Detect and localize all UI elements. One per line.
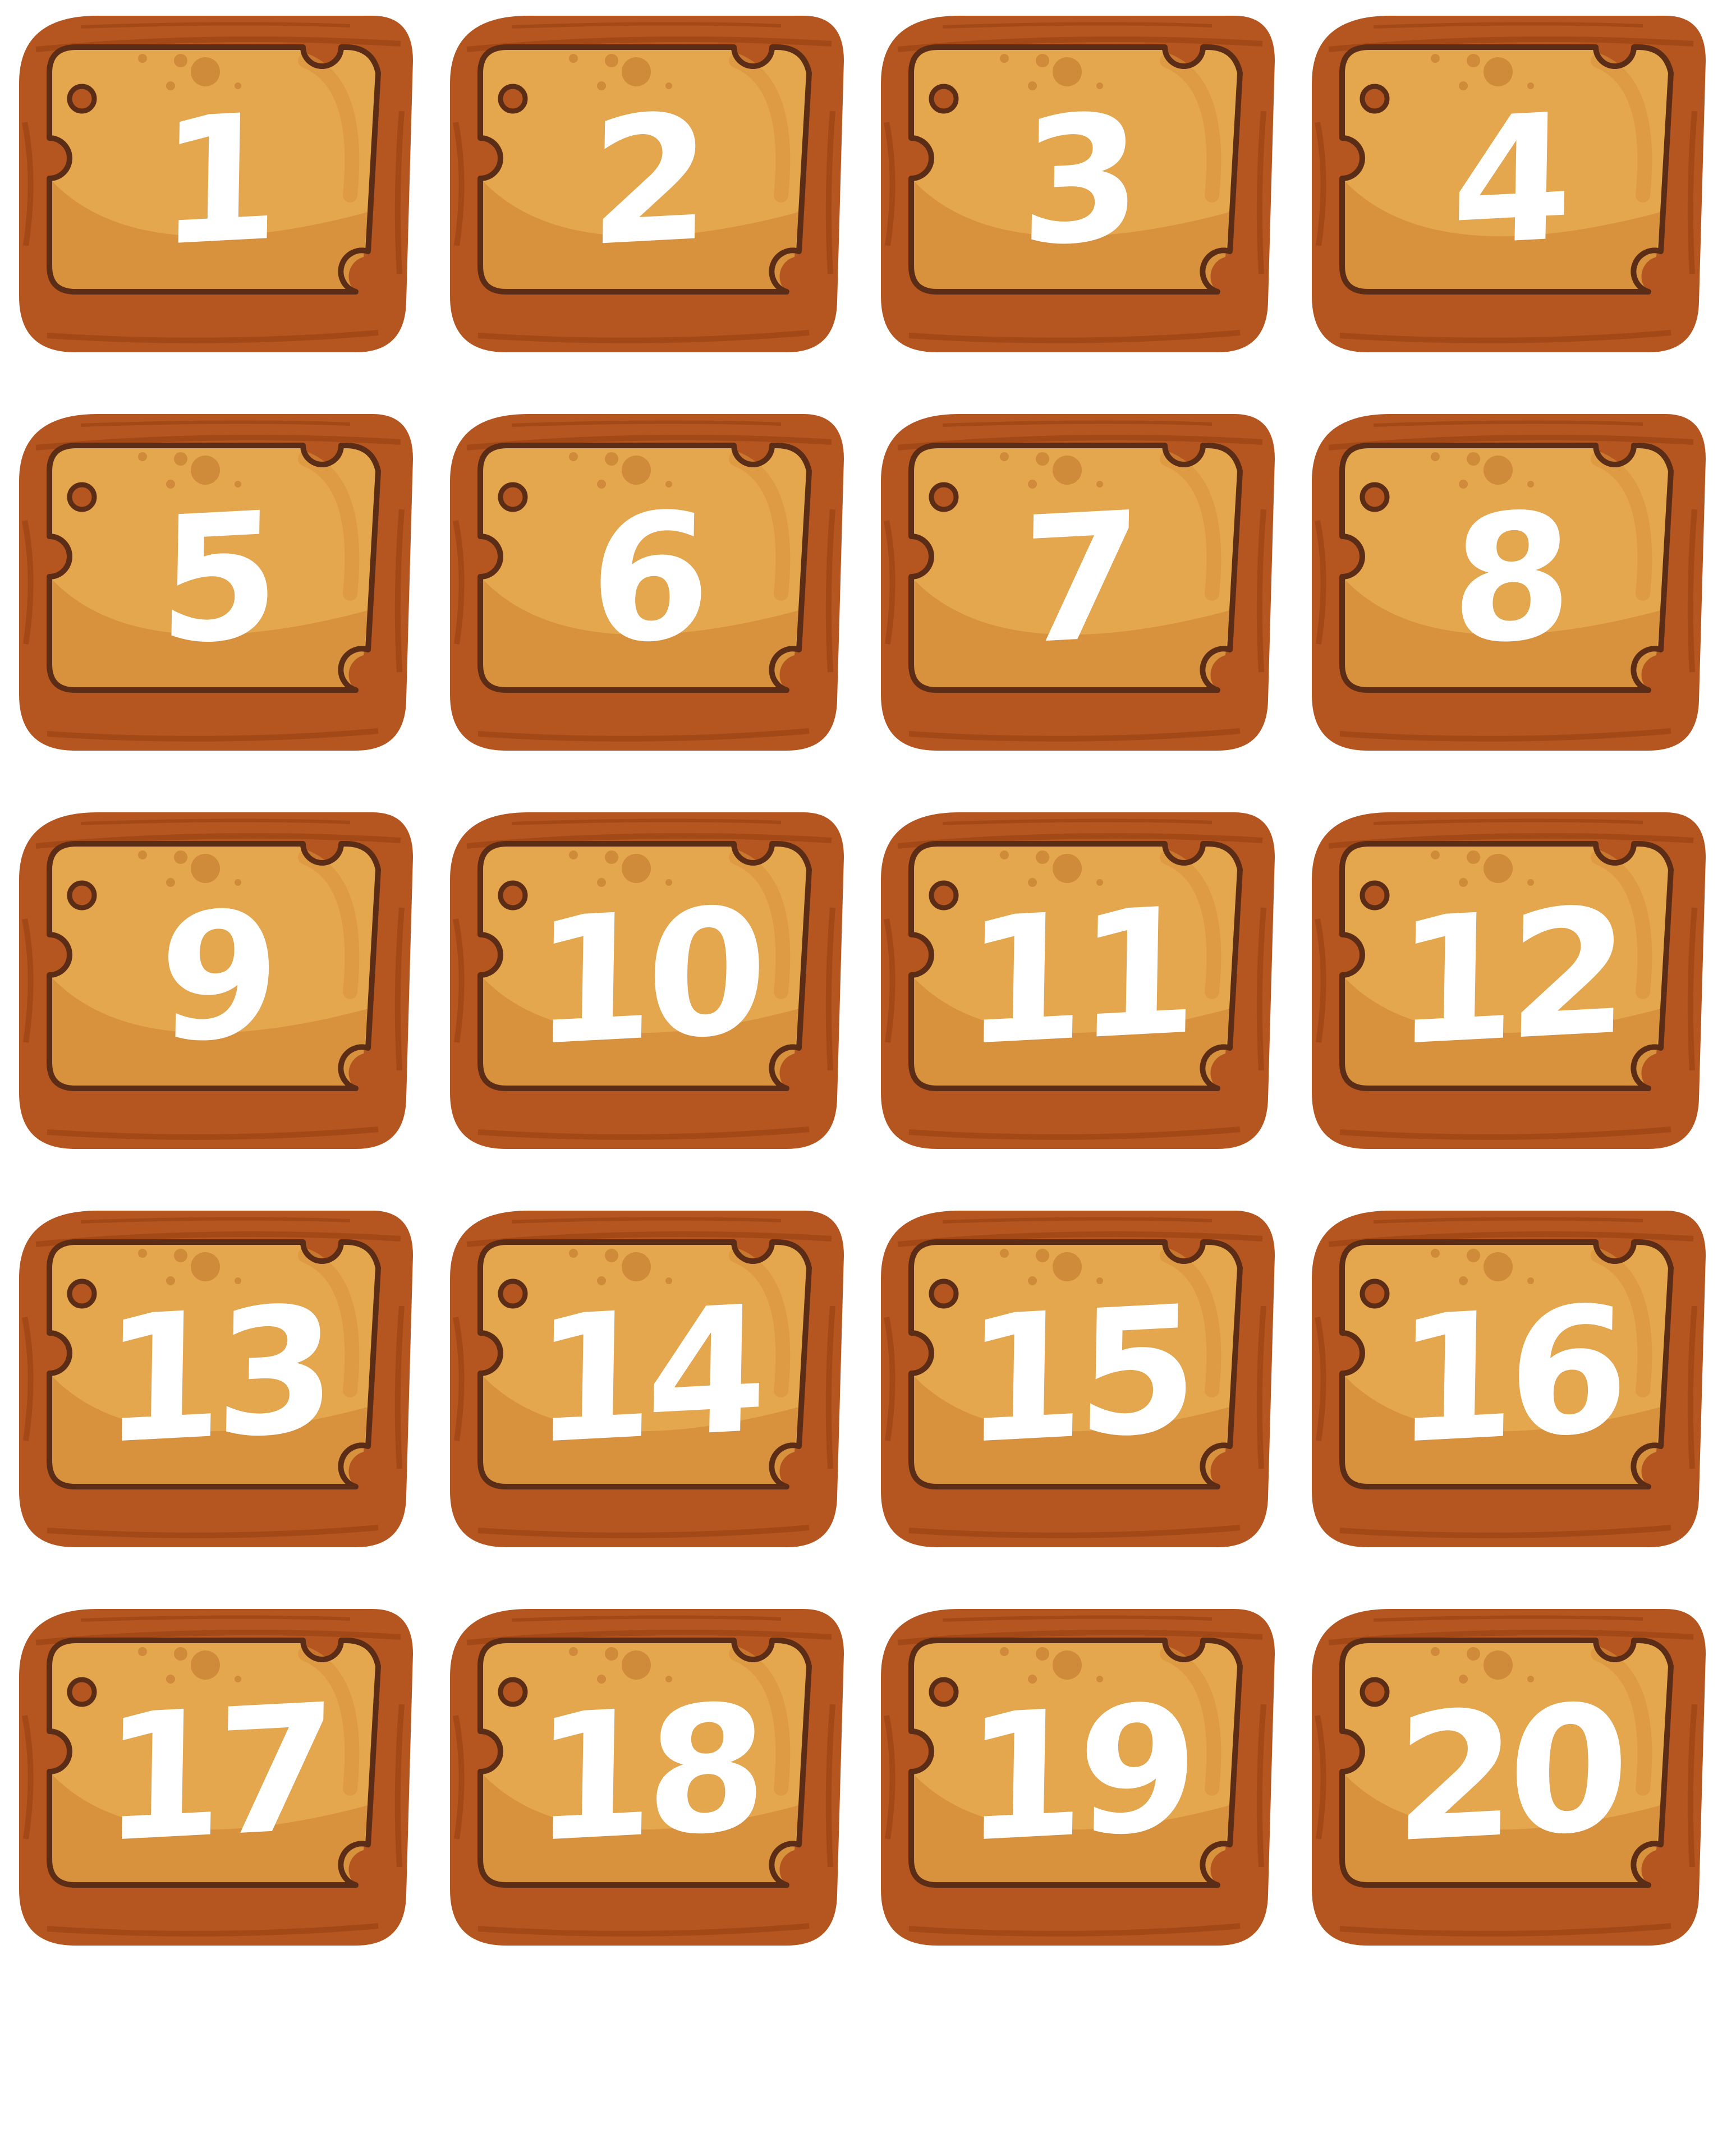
tile-number: 5 xyxy=(157,475,274,684)
tile-number: 18 xyxy=(531,1667,761,1882)
tile-number: 14 xyxy=(531,1268,761,1483)
tile-number: 12 xyxy=(1393,870,1623,1085)
number-tile-16[interactable]: 16 xyxy=(1306,1205,1710,1553)
number-tile-20[interactable]: 20 xyxy=(1306,1603,1710,1951)
tile-number: 1 xyxy=(157,76,274,286)
number-tile-13[interactable]: 13 xyxy=(13,1205,417,1553)
number-tile-3[interactable]: 3 xyxy=(875,10,1279,358)
number-tile-6[interactable]: 6 xyxy=(444,408,848,756)
tile-number: 10 xyxy=(531,870,761,1085)
number-tile-19[interactable]: 19 xyxy=(875,1603,1279,1951)
number-tile-2[interactable]: 2 xyxy=(444,10,848,358)
tile-number: 6 xyxy=(588,475,705,684)
tile-number: 20 xyxy=(1393,1667,1623,1882)
tile-number: 7 xyxy=(1019,475,1136,684)
tile-number: 4 xyxy=(1450,76,1567,286)
number-tile-8[interactable]: 8 xyxy=(1306,408,1710,756)
tile-number: 11 xyxy=(962,870,1192,1085)
tile-number: 8 xyxy=(1450,475,1567,684)
number-tile-11[interactable]: 11 xyxy=(875,807,1279,1155)
tile-number: 13 xyxy=(100,1268,330,1483)
number-tile-4[interactable]: 4 xyxy=(1306,10,1710,358)
number-tile-14[interactable]: 14 xyxy=(444,1205,848,1553)
number-tile-5[interactable]: 5 xyxy=(13,408,417,756)
number-tile-15[interactable]: 15 xyxy=(875,1205,1279,1553)
number-tile-17[interactable]: 17 xyxy=(13,1603,417,1951)
number-tile-9[interactable]: 9 xyxy=(13,807,417,1155)
tile-number: 3 xyxy=(1019,76,1136,286)
tile-number: 17 xyxy=(100,1667,330,1882)
number-tile-grid: 1 2 3 4 5 6 7 8 9 10 11 12 13 14 15 16 1… xyxy=(13,10,1725,1951)
tile-number: 15 xyxy=(962,1268,1192,1483)
number-tile-7[interactable]: 7 xyxy=(875,408,1279,756)
number-tile-1[interactable]: 1 xyxy=(13,10,417,358)
tile-number: 16 xyxy=(1393,1268,1623,1483)
number-tile-12[interactable]: 12 xyxy=(1306,807,1710,1155)
tile-number: 19 xyxy=(962,1667,1192,1882)
tile-number: 2 xyxy=(588,76,705,286)
tile-number: 9 xyxy=(157,873,274,1082)
number-tile-18[interactable]: 18 xyxy=(444,1603,848,1951)
number-tile-10[interactable]: 10 xyxy=(444,807,848,1155)
